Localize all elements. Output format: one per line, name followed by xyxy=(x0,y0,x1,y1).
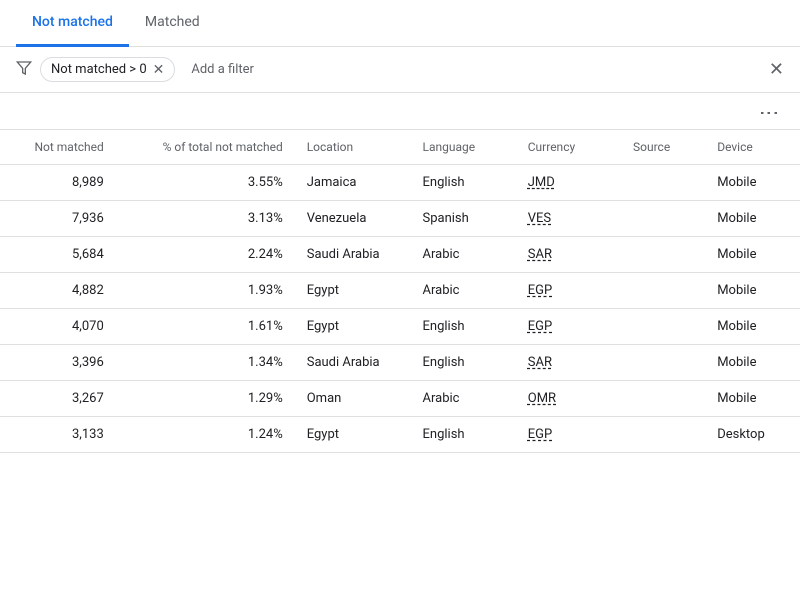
tab-not-matched[interactable]: Not matched xyxy=(16,0,129,47)
col-header-location: Location xyxy=(295,130,411,165)
table-cell: 2.24% xyxy=(116,237,295,273)
table-cell: SAR xyxy=(516,345,621,381)
col-header-pct: % of total not matched xyxy=(116,130,295,165)
table-row: 3,1331.24%EgyptEnglishEGP Desktop xyxy=(0,417,800,453)
tab-matched[interactable]: Matched xyxy=(129,0,216,47)
table-header-row: Not matched % of total not matched Locat… xyxy=(0,130,800,165)
table-cell: English xyxy=(411,345,516,381)
filter-close-button[interactable]: ✕ xyxy=(769,59,784,80)
table-cell: EGP xyxy=(516,273,621,309)
col-header-language: Language xyxy=(411,130,516,165)
table-row: 7,9363.13%VenezuelaSpanishVES Mobile xyxy=(0,201,800,237)
table-cell: Mobile xyxy=(705,345,800,381)
table-cell: 7,936 xyxy=(0,201,116,237)
col-header-device: Device xyxy=(705,130,800,165)
table-cell: 5,684 xyxy=(0,237,116,273)
table-cell xyxy=(621,201,705,237)
table-cell xyxy=(621,273,705,309)
filter-chip[interactable]: Not matched > 0 ✕ xyxy=(40,57,175,82)
options-row: ⋮ xyxy=(0,93,800,129)
table-cell: OMR xyxy=(516,381,621,417)
col-header-not-matched: Not matched xyxy=(0,130,116,165)
table-cell: VES xyxy=(516,201,621,237)
table-cell: Desktop xyxy=(705,417,800,453)
table-cell: Arabic xyxy=(411,273,516,309)
table-cell: 3.55% xyxy=(116,165,295,201)
table-row: 3,3961.34%Saudi ArabiaEnglishSAR Mobile xyxy=(0,345,800,381)
table-cell: Egypt xyxy=(295,309,411,345)
filter-chip-close[interactable]: ✕ xyxy=(153,63,165,77)
table-row: 4,8821.93%EgyptArabicEGP Mobile xyxy=(0,273,800,309)
table-cell: 3,267 xyxy=(0,381,116,417)
table-row: 4,0701.61%EgyptEnglishEGP Mobile xyxy=(0,309,800,345)
table-cell: 3.13% xyxy=(116,201,295,237)
table-cell xyxy=(621,381,705,417)
table-cell: 1.93% xyxy=(116,273,295,309)
table-cell: 3,133 xyxy=(0,417,116,453)
table-cell: English xyxy=(411,417,516,453)
table-cell: Venezuela xyxy=(295,201,411,237)
table-cell: English xyxy=(411,309,516,345)
table-cell: SAR xyxy=(516,237,621,273)
filter-icon xyxy=(16,60,32,80)
table-cell: JMD xyxy=(516,165,621,201)
table-cell xyxy=(621,309,705,345)
table-cell xyxy=(621,345,705,381)
table-cell: 1.29% xyxy=(116,381,295,417)
tabs-container: Not matched Matched xyxy=(0,0,800,47)
table-cell: English xyxy=(411,165,516,201)
table-cell: 4,070 xyxy=(0,309,116,345)
table-cell: 8,989 xyxy=(0,165,116,201)
filter-row: Not matched > 0 ✕ Add a filter ✕ xyxy=(0,47,800,93)
data-table: Not matched % of total not matched Locat… xyxy=(0,129,800,453)
table-cell: Egypt xyxy=(295,273,411,309)
table-cell xyxy=(621,165,705,201)
table-cell: Saudi Arabia xyxy=(295,345,411,381)
table-cell: Oman xyxy=(295,381,411,417)
filter-chip-label: Not matched > 0 xyxy=(51,62,147,77)
table-cell: EGP xyxy=(516,309,621,345)
table-cell: 1.34% xyxy=(116,345,295,381)
col-header-source: Source xyxy=(621,130,705,165)
table-cell xyxy=(621,417,705,453)
table-cell: Mobile xyxy=(705,237,800,273)
table-cell: 3,396 xyxy=(0,345,116,381)
table-row: 5,6842.24%Saudi ArabiaArabicSAR Mobile xyxy=(0,237,800,273)
table-cell: Mobile xyxy=(705,309,800,345)
table-cell: 4,882 xyxy=(0,273,116,309)
table-row: 8,9893.55%JamaicaEnglishJMD Mobile xyxy=(0,165,800,201)
table-cell: Spanish xyxy=(411,201,516,237)
table-cell: Saudi Arabia xyxy=(295,237,411,273)
table-cell: Mobile xyxy=(705,165,800,201)
table-cell: 1.24% xyxy=(116,417,295,453)
table-cell: Egypt xyxy=(295,417,411,453)
table-cell: Arabic xyxy=(411,237,516,273)
table-cell: Mobile xyxy=(705,381,800,417)
table-row: 3,2671.29%OmanArabicOMR Mobile xyxy=(0,381,800,417)
col-header-currency: Currency xyxy=(516,130,621,165)
table-cell: Jamaica xyxy=(295,165,411,201)
table-cell: 1.61% xyxy=(116,309,295,345)
table-cell: Mobile xyxy=(705,273,800,309)
more-options-button[interactable]: ⋮ xyxy=(752,97,784,127)
table-cell: Arabic xyxy=(411,381,516,417)
table-cell xyxy=(621,237,705,273)
table-cell: EGP xyxy=(516,417,621,453)
add-filter-button[interactable]: Add a filter xyxy=(183,58,262,81)
table-cell: Mobile xyxy=(705,201,800,237)
